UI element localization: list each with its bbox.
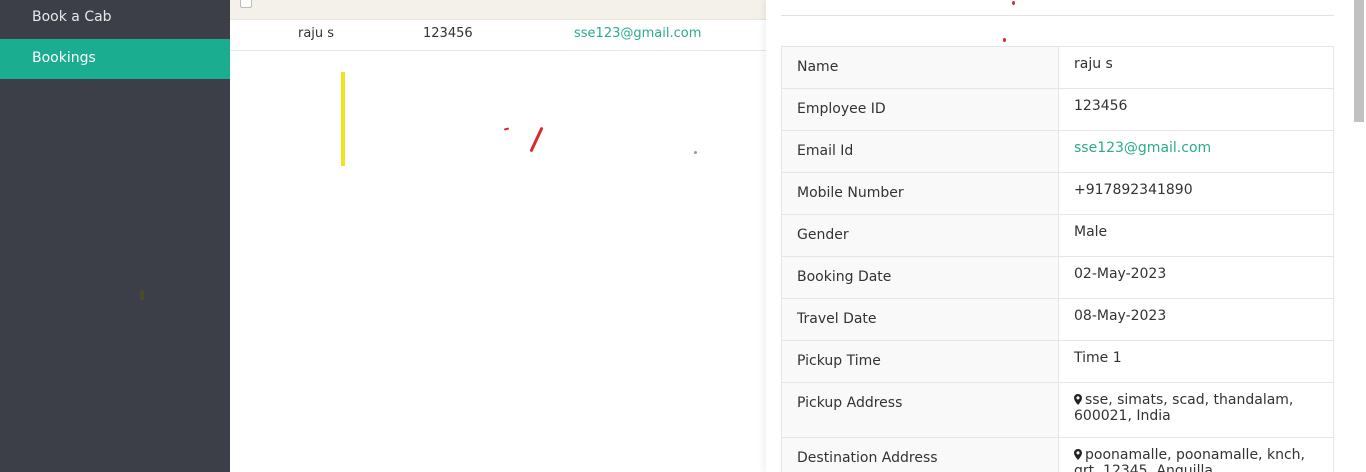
detail-label: Employee ID (782, 89, 1059, 130)
detail-row-email: Email Id sse123@gmail.com (782, 131, 1333, 173)
yellow-marker-stroke (341, 72, 345, 166)
bookings-list: raju s 123456 sse123@gmail.com (230, 0, 766, 472)
detail-row-pickup-address: Pickup Address sse, simats, scad, thanda… (782, 383, 1333, 438)
destination-address-text: poonamalle, poonamalle, knch, grt, 12345… (1074, 447, 1305, 472)
detail-row-employee-id: Employee ID 123456 (782, 89, 1333, 131)
detail-value: poonamalle, poonamalle, knch, grt, 12345… (1059, 438, 1333, 472)
detail-row-travel-date: Travel Date 08-May-2023 (782, 299, 1333, 341)
detail-value: 02-May-2023 (1074, 266, 1167, 282)
detail-value: Male (1074, 224, 1108, 240)
sidebar-item-book-a-cab[interactable]: Book a Cab (0, 0, 230, 38)
red-marker-slash (529, 126, 544, 153)
detail-label: Email Id (782, 131, 1059, 172)
detail-value: sse, simats, scad, thandalam, 600021, In… (1059, 383, 1333, 437)
row-email-link[interactable]: sse123@gmail.com (574, 26, 701, 41)
detail-label: Gender (782, 215, 1059, 256)
email-link[interactable]: sse123@gmail.com (1059, 131, 1333, 172)
row-name: raju s (298, 26, 335, 41)
sidebar-item-bookings[interactable]: Bookings (0, 39, 230, 79)
pickup-address-text: sse, simats, scad, thandalam, 600021, In… (1074, 392, 1294, 424)
detail-row-mobile: Mobile Number +917892341890 (782, 173, 1333, 215)
red-marker-dot (1012, 1, 1015, 5)
red-marker-dot (1003, 38, 1006, 42)
detail-row-pickup-time: Pickup Time Time 1 (782, 341, 1333, 383)
detail-value: 08-May-2023 (1074, 308, 1167, 324)
detail-label: Mobile Number (782, 173, 1059, 214)
sidebar-item-label: Bookings (32, 50, 96, 66)
detail-label: Pickup Address (782, 383, 1059, 437)
scrollbar[interactable] (1352, 0, 1366, 472)
detail-row-name: Name raju s (782, 47, 1333, 89)
detail-row-destination-address: Destination Address poonamalle, poonamal… (782, 438, 1333, 472)
detail-label: Destination Address (782, 438, 1059, 472)
row-employee-id: 123456 (423, 26, 473, 41)
detail-label: Booking Date (782, 257, 1059, 298)
details-table: Name raju s Employee ID 123456 Email Id … (781, 46, 1334, 472)
sidebar-mark (140, 290, 144, 300)
sidebar-item-label: Book a Cab (32, 9, 112, 25)
detail-label: Travel Date (782, 299, 1059, 340)
table-header (230, 0, 766, 20)
red-marker-dash (503, 127, 510, 131)
map-marker-icon (1074, 394, 1082, 405)
detail-value: 123456 (1074, 98, 1128, 114)
booking-details-panel: Name raju s Employee ID 123456 Email Id … (766, 0, 1352, 472)
detail-label: Name (782, 47, 1059, 88)
detail-label: Pickup Time (782, 341, 1059, 382)
detail-value: raju s (1074, 56, 1113, 72)
scrollbar-thumb[interactable] (1354, 0, 1364, 122)
grey-dot (694, 151, 697, 154)
map-marker-icon (1074, 449, 1082, 460)
panel-divider (781, 15, 1334, 16)
sidebar: Book a Cab Bookings (0, 0, 230, 472)
detail-value: +917892341890 (1074, 182, 1193, 198)
detail-row-booking-date: Booking Date 02-May-2023 (782, 257, 1333, 299)
detail-value: Time 1 (1074, 350, 1122, 366)
detail-row-gender: Gender Male (782, 215, 1333, 257)
table-row[interactable]: raju s 123456 sse123@gmail.com (230, 20, 766, 51)
select-all-checkbox[interactable] (240, 0, 252, 8)
